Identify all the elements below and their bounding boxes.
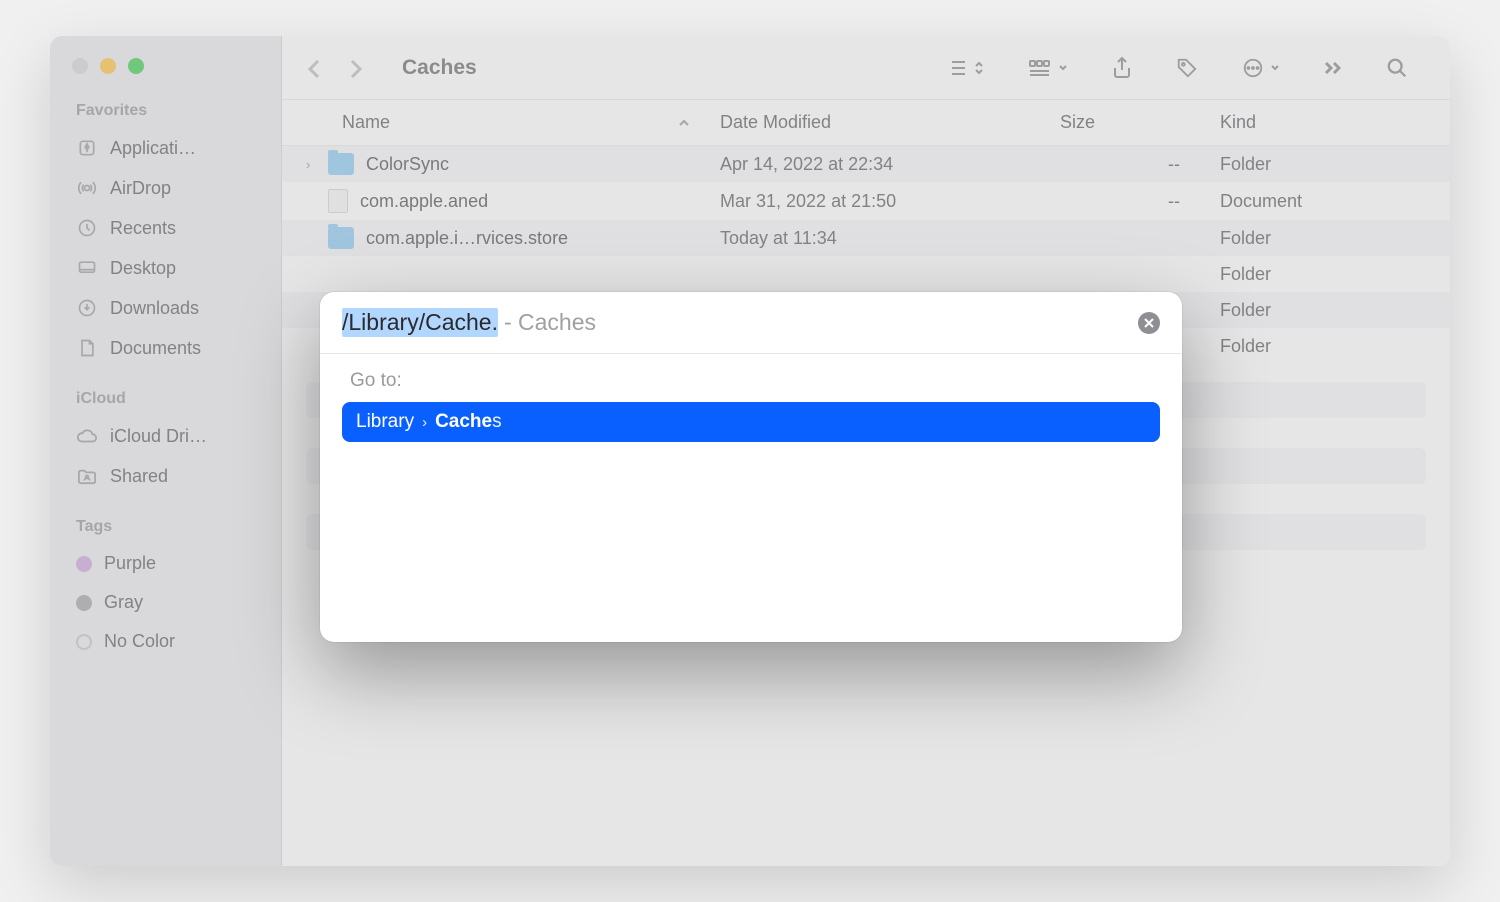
close-window-button[interactable] (72, 58, 88, 74)
file-name: com.apple.aned (360, 191, 720, 212)
sidebar-item-label: Applicati… (110, 138, 196, 159)
file-date: Apr 14, 2022 at 22:34 (720, 154, 1060, 175)
folder-icon (328, 227, 354, 249)
sidebar-item-recents[interactable]: Recents (64, 208, 267, 248)
sidebar-section-favorites: Favorites Applicati… AirDrop Recents (50, 102, 281, 390)
column-name[interactable]: Name (342, 112, 720, 133)
sidebar-item-label: Recents (110, 218, 176, 239)
column-kind[interactable]: Kind (1220, 112, 1450, 133)
sidebar-item-label: Desktop (110, 258, 176, 279)
file-row[interactable]: com.apple.i…rvices.storeToday at 11:34 Fo… (282, 220, 1450, 256)
go-to-suggestion-item[interactable]: Library › Caches (342, 402, 1160, 442)
file-name: ColorSync (366, 154, 720, 175)
sidebar-item-label: No Color (104, 631, 175, 652)
go-to-completion-suffix: - Caches (504, 309, 596, 336)
minimize-window-button[interactable] (100, 58, 116, 74)
action-button[interactable] (1224, 57, 1298, 79)
go-to-suggestions: Go to: Library › Caches (320, 354, 1182, 642)
sidebar-item-tag-purple[interactable]: Purple (64, 544, 267, 583)
file-size: -- (1060, 191, 1220, 212)
forward-button[interactable] (348, 59, 366, 77)
suggestion-match: Caches (435, 411, 502, 433)
sidebar-item-icloud-drive[interactable]: iCloud Dri… (64, 416, 267, 456)
suggestion-part: Library (356, 411, 414, 433)
sidebar-item-label: Downloads (110, 298, 199, 319)
finder-window: Favorites Applicati… AirDrop Recents (50, 36, 1450, 866)
toolbar: Caches (282, 36, 1450, 100)
file-date: Today at 11:34 (720, 228, 1060, 249)
sidebar-item-tag-none[interactable]: No Color (64, 622, 267, 661)
sidebar-item-shared[interactable]: Shared (64, 456, 267, 496)
sidebar-header: Tags (64, 518, 267, 544)
file-row[interactable]: › ColorSyncApr 14, 2022 at 22:34--Folder (282, 146, 1450, 182)
nav-arrows (306, 59, 366, 77)
go-to-input-row[interactable]: /Library/Cache. - Caches (320, 292, 1182, 354)
window-controls (50, 58, 281, 102)
file-row[interactable]: com.apple.anedMar 31, 2022 at 21:50--Doc… (282, 182, 1450, 220)
applications-icon (76, 137, 98, 159)
airdrop-icon (76, 177, 98, 199)
column-size[interactable]: Size (1060, 112, 1220, 133)
share-button[interactable] (1094, 56, 1150, 80)
window-title: Caches (402, 56, 477, 80)
sidebar-item-applications[interactable]: Applicati… (64, 128, 267, 168)
view-list-button[interactable] (926, 58, 1002, 78)
downloads-icon (76, 297, 98, 319)
clock-icon (76, 217, 98, 239)
file-kind: Document (1220, 191, 1450, 212)
sidebar-header: iCloud (64, 390, 267, 416)
desktop-icon (76, 257, 98, 279)
sidebar-item-label: Shared (110, 466, 168, 487)
sidebar-header: Favorites (64, 102, 267, 128)
clear-input-button[interactable] (1138, 312, 1160, 334)
go-to-label: Go to: (342, 370, 1160, 392)
sidebar-item-downloads[interactable]: Downloads (64, 288, 267, 328)
sidebar-item-label: Purple (104, 553, 156, 574)
sidebar-item-airdrop[interactable]: AirDrop (64, 168, 267, 208)
overflow-button[interactable] (1306, 61, 1360, 75)
chevron-right-icon: › (422, 414, 427, 431)
icloud-icon (76, 425, 98, 447)
list-header: Name Date Modified Size Kind (282, 100, 1450, 146)
sidebar-section-tags: Tags Purple Gray No Color (50, 518, 281, 683)
sidebar-item-label: Documents (110, 338, 201, 359)
group-button[interactable] (1010, 58, 1086, 78)
file-kind: Folder (1220, 300, 1450, 321)
file-size: -- (1060, 154, 1220, 175)
tag-dot-icon (76, 556, 92, 572)
sidebar-item-tag-gray[interactable]: Gray (64, 583, 267, 622)
column-label: Name (342, 112, 390, 133)
go-to-folder-dialog: /Library/Cache. - Caches Go to: Library … (320, 292, 1182, 642)
tags-button[interactable] (1158, 57, 1216, 79)
disclosure-triangle-icon[interactable]: › (306, 157, 322, 172)
file-kind: Folder (1220, 336, 1450, 357)
file-kind: Folder (1220, 228, 1450, 249)
sidebar-item-label: AirDrop (110, 178, 171, 199)
sort-ascending-icon (678, 112, 690, 133)
tag-dot-icon (76, 595, 92, 611)
zoom-window-button[interactable] (128, 58, 144, 74)
file-date: Mar 31, 2022 at 21:50 (720, 191, 1060, 212)
search-button[interactable] (1368, 57, 1426, 79)
sidebar-item-documents[interactable]: Documents (64, 328, 267, 368)
file-kind: Folder (1220, 154, 1450, 175)
sidebar-item-desktop[interactable]: Desktop (64, 248, 267, 288)
sidebar-item-label: iCloud Dri… (110, 426, 207, 447)
file-row[interactable]: Folder (282, 256, 1450, 292)
sidebar-section-icloud: iCloud iCloud Dri… Shared (50, 390, 281, 518)
shared-folder-icon (76, 465, 98, 487)
file-name: com.apple.i…rvices.store (366, 228, 720, 249)
folder-icon (328, 153, 354, 175)
document-icon (76, 337, 98, 359)
sidebar: Favorites Applicati… AirDrop Recents (50, 36, 282, 866)
back-button[interactable] (306, 59, 324, 77)
go-to-typed-text: /Library/Cache. (342, 308, 498, 337)
sidebar-item-label: Gray (104, 592, 143, 613)
document-icon (328, 189, 348, 213)
file-kind: Folder (1220, 264, 1450, 285)
tag-dot-icon (76, 634, 92, 650)
column-date[interactable]: Date Modified (720, 112, 1060, 133)
